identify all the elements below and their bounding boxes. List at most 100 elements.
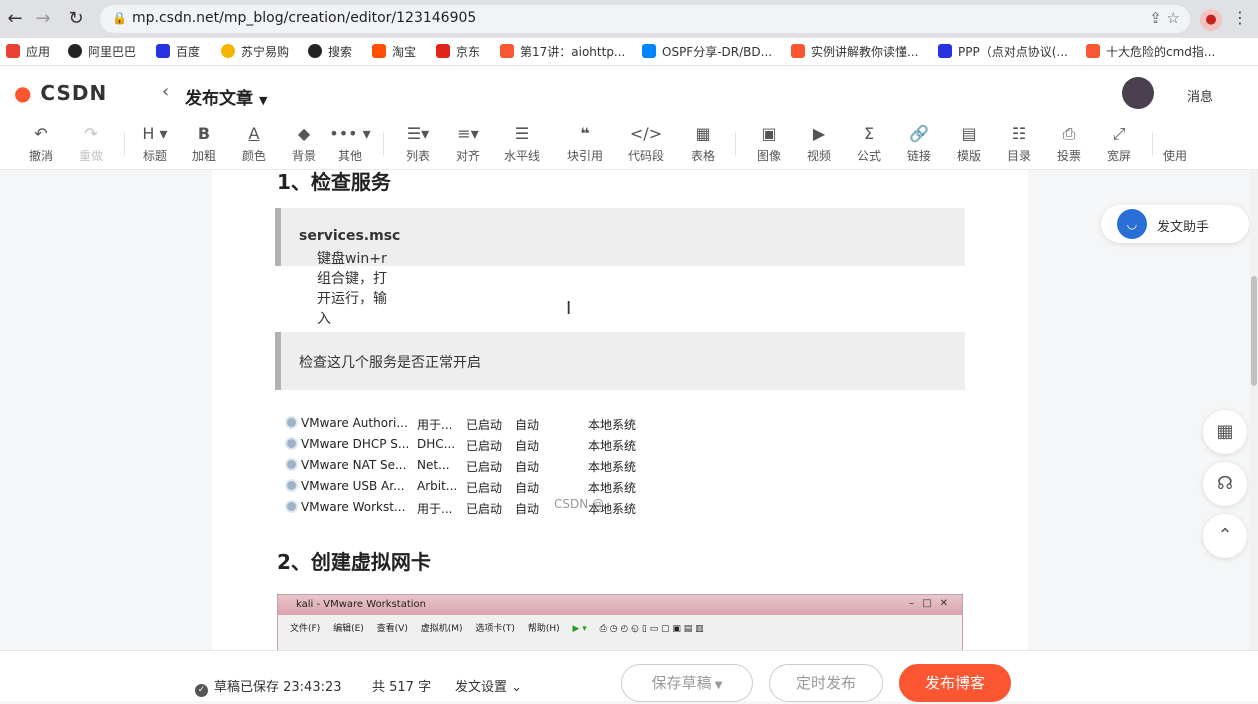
baidu-icon [938,44,952,58]
publish-button[interactable]: 发布博客 [899,664,1011,702]
use-button[interactable]: 使用 [1160,123,1190,164]
check-icon: ✓ [195,684,208,697]
bookmark-jd[interactable]: 京东 [436,43,480,61]
support-button[interactable]: ☊ [1203,462,1247,506]
bookmark-apps[interactable]: 应用 [6,43,50,61]
scrollbar-thumb[interactable] [1251,276,1257,386]
list-button[interactable]: ☰▾ 列表 [393,123,443,164]
url-text: mp.csdn.net/mp_blog/creation/editor/1231… [132,10,477,26]
expand-icon: ⤢ [1112,124,1126,143]
quote-icon: ❝ [580,124,590,143]
globe-icon [308,44,322,58]
page-title[interactable]: 发布文章 ▼ [185,84,267,109]
code-button[interactable]: </> 代码段 [621,123,671,164]
bookmark-search[interactable]: 搜索 [308,43,352,61]
editor-toolbar: ↶ 撤消 ↷ 重做 H ▾ 标题 B 加粗 A 颜色 ◆ 背景 ••• ▾ 其他 ☰▾ 列表 ≡… [0,118,1258,170]
bookmark-alibaba[interactable]: 阿里巴巴 [68,43,136,61]
site-header: ● CSDN ‹ 发布文章 ▼ 消息 [0,66,1258,118]
chevron-down-icon: ⌄ [507,680,523,695]
qr-code-button[interactable]: ▦ [1203,410,1247,454]
word-count: 共 517 字 [372,680,432,695]
back-arrow-icon[interactable]: ‹ [162,81,169,102]
qr-code-icon: ▦ [1216,421,1234,442]
scheduled-publish-button[interactable]: 定时发布 [769,664,883,702]
vm-menu-bar: 文件(F) 编辑(E) 查看(V) 虚拟机(M) 选项卡(T) 帮助(H) ▶ … [290,624,704,634]
video-button[interactable]: ▶ 视频 [794,123,844,164]
divider [1152,132,1153,156]
image-button[interactable]: ▣ 图像 [744,123,794,164]
table-icon: ▦ [695,124,711,143]
avatar[interactable] [1122,77,1154,109]
bookmarks-bar: 应用 阿里巴巴 百度 苏宁易购 搜索 淘宝 京东 第17讲：aiohttp...… [0,38,1258,66]
more-icon: ••• ▾ [329,124,371,143]
back-icon[interactable]: ← [2,6,28,32]
more-button[interactable]: ••• ▾ 其他 [325,123,375,164]
gear-icon [285,458,298,471]
editor-content[interactable]: 1、检查服务 键盘win+r组合键，打开运行，输入 services.msc I … [212,170,1028,650]
csdn-icon [500,44,514,58]
back-to-top-button[interactable]: ⌃ [1203,514,1247,558]
bookmark-baidu[interactable]: 百度 [156,43,200,61]
taobao-icon [372,44,386,58]
apps-icon [6,44,20,58]
bookmark-ppp[interactable]: PPP（点对点协议(... [938,43,1068,61]
blockquote-button[interactable]: ❝ 块引用 [560,123,610,164]
link-button[interactable]: 🔗 链接 [894,123,944,164]
undo-button[interactable]: ↶ 撤消 [16,123,66,164]
sigma-icon: Σ [863,124,875,143]
blockquote: 键盘win+r组合键，打开运行，输入 services.msc [275,208,965,327]
toc-button[interactable]: ☷ 目录 [994,123,1044,164]
paint-bucket-icon: ◆ [297,124,311,143]
gear-icon [285,479,298,492]
scrollbar[interactable] [1250,170,1258,650]
image-icon: ▣ [761,124,777,143]
vote-button[interactable]: ⎙ 投票 [1044,123,1094,164]
share-star-icons[interactable]: ⇪ ☆ [1149,9,1180,27]
reload-icon[interactable]: ↻ [63,6,89,32]
gear-icon [285,437,298,450]
csdn-icon [791,44,805,58]
profile-icon[interactable]: ● [1200,9,1222,31]
csdn-icon [1086,44,1100,58]
csdn-logo[interactable]: ● CSDN [14,81,107,105]
forward-icon[interactable]: → [30,6,56,32]
messages-link[interactable]: 消息 [1187,86,1213,105]
redo-button[interactable]: ↷ 重做 [66,123,116,164]
align-icon: ≡▾ [457,124,479,143]
formula-button[interactable]: Σ 公式 [844,123,894,164]
bold-button[interactable]: B 加粗 [179,123,229,164]
globe-icon [68,44,82,58]
heading-button[interactable]: H ▾ 标题 [130,123,180,164]
vote-icon: ⎙ [1062,124,1076,143]
writing-assistant-button[interactable]: ◡ 发文助手 [1101,205,1249,243]
divider [383,132,384,156]
window-controls-icon: –□✕ [909,598,956,609]
color-button[interactable]: A 颜色 [229,123,279,164]
bookmark-taobao[interactable]: 淘宝 [372,43,416,61]
template-button[interactable]: ▤ 模版 [944,123,994,164]
bookmark-ospf[interactable]: OSPF分享-DR/BD... [642,43,772,61]
address-bar[interactable]: 🔒 mp.csdn.net/mp_blog/creation/editor/12… [100,5,1190,33]
bookmark-aiohttp[interactable]: 第17讲：aiohttp... [500,43,625,61]
align-button[interactable]: ≡▾ 对齐 [443,123,493,164]
horizontal-rule-icon: ☰ [514,124,530,143]
font-color-icon: A [248,124,260,143]
menu-icon[interactable]: ⋮ [1232,8,1248,27]
baidu-icon [156,44,170,58]
divider [735,132,736,156]
table-button[interactable]: ▦ 表格 [678,123,728,164]
blockquote: 检查这几个服务是否正常开启 [275,332,965,390]
bookmark-suning[interactable]: 苏宁易购 [221,43,289,61]
heading-create-nic: 2、创建虚拟网卡 [277,550,431,574]
vmware-screenshot: kali - VMware Workstation –□✕ 文件(F) 编辑(E… [277,594,963,650]
widescreen-button[interactable]: ⤢ 宽屏 [1094,123,1144,164]
bookmark-example[interactable]: 实例讲解教你读懂... [791,43,918,61]
save-draft-button[interactable]: 保存草稿 ▼ [621,664,753,702]
video-icon: ▶ [812,124,826,143]
template-icon: ▤ [961,124,977,143]
background-button[interactable]: ◆ 背景 [279,123,329,164]
hr-button[interactable]: ☰ 水平线 [497,123,547,164]
bookmark-cmd[interactable]: 十大危险的cmd指... [1086,43,1215,61]
publish-settings-link[interactable]: 发文设置 ⌄ [455,676,522,695]
save-status: ✓ 草稿已保存 23:43:23 [195,676,342,697]
